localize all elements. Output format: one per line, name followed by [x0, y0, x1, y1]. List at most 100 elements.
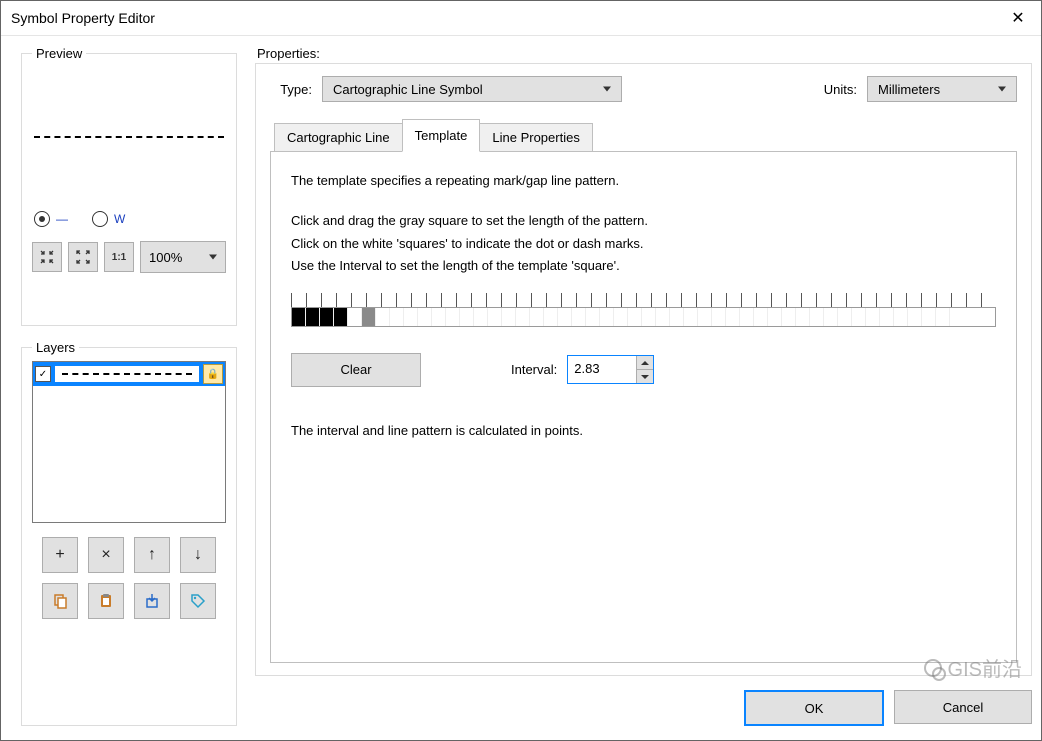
pattern-cell[interactable] — [852, 308, 866, 326]
remove-layer-button[interactable]: × — [88, 537, 124, 573]
import-layer-button[interactable] — [134, 583, 170, 619]
body: Preview — W — [1, 36, 1041, 740]
close-icon[interactable]: ✕ — [995, 1, 1041, 35]
pattern-cell[interactable] — [502, 308, 516, 326]
tab-template[interactable]: Template — [402, 119, 481, 152]
interval-spinner[interactable] — [567, 355, 654, 384]
pattern-cell[interactable] — [796, 308, 810, 326]
pattern-ruler: /*ticks generated below*/ — [291, 289, 996, 307]
clear-button[interactable]: Clear — [291, 353, 421, 387]
zoom-actual-button[interactable]: 1:1 — [104, 242, 134, 272]
pattern-cell[interactable] — [460, 308, 474, 326]
pattern-cell[interactable] — [768, 308, 782, 326]
pattern-cell[interactable] — [698, 308, 712, 326]
pattern-cell[interactable] — [390, 308, 404, 326]
pattern-cell[interactable] — [376, 308, 390, 326]
pattern-cell[interactable] — [936, 308, 950, 326]
cancel-button[interactable]: Cancel — [894, 690, 1032, 724]
properties-box: Type: Cartographic Line Symbol Units: Mi… — [255, 63, 1032, 676]
type-label: Type: — [270, 82, 312, 97]
plus-icon: + — [55, 546, 64, 564]
pattern-editor[interactable]: /*ticks generated below*/ — [291, 289, 996, 327]
tag-icon — [190, 593, 206, 609]
pattern-cell[interactable] — [530, 308, 544, 326]
pattern-row[interactable] — [291, 307, 996, 327]
arrow-up-icon: ↑ — [148, 546, 156, 564]
pattern-cell[interactable] — [334, 308, 348, 326]
pattern-cell[interactable] — [586, 308, 600, 326]
layer-buttons: + × ↑ ↓ — [32, 537, 226, 619]
pattern-cell[interactable] — [712, 308, 726, 326]
layer-row[interactable]: ✓ 🔒 — [33, 362, 225, 387]
pattern-cell[interactable] — [656, 308, 670, 326]
pattern-cell[interactable] — [726, 308, 740, 326]
zoom-full-button[interactable] — [68, 242, 98, 272]
pattern-cell[interactable] — [754, 308, 768, 326]
pattern-cell[interactable] — [628, 308, 642, 326]
import-icon — [144, 593, 160, 609]
add-layer-button[interactable]: + — [42, 537, 78, 573]
pattern-cell[interactable] — [320, 308, 334, 326]
pattern-cell[interactable] — [306, 308, 320, 326]
radio-zigzag-mode[interactable]: W — [92, 211, 123, 227]
pattern-cell[interactable] — [362, 308, 376, 326]
pattern-cell[interactable] — [670, 308, 684, 326]
pattern-cell[interactable] — [572, 308, 586, 326]
radio-line-mode[interactable]: — — [34, 211, 68, 227]
spinner-down-button[interactable] — [637, 370, 653, 383]
radio-dot-icon — [92, 211, 108, 227]
pattern-cell[interactable] — [824, 308, 838, 326]
type-select[interactable]: Cartographic Line Symbol — [322, 76, 622, 102]
pattern-cell[interactable] — [614, 308, 628, 326]
pattern-cell[interactable] — [418, 308, 432, 326]
move-down-button[interactable]: ↓ — [180, 537, 216, 573]
pattern-cell[interactable] — [432, 308, 446, 326]
pattern-cell[interactable] — [894, 308, 908, 326]
pattern-cell[interactable] — [474, 308, 488, 326]
pattern-cell[interactable] — [922, 308, 936, 326]
pattern-cell[interactable] — [544, 308, 558, 326]
pattern-cell[interactable] — [880, 308, 894, 326]
pattern-cell[interactable] — [488, 308, 502, 326]
tabs: Cartographic Line Template Line Properti… — [270, 118, 1017, 663]
dialog-footer: OK Cancel GIS前沿 — [255, 676, 1032, 726]
paste-layer-button[interactable] — [88, 583, 124, 619]
pattern-cell[interactable] — [446, 308, 460, 326]
pattern-cell[interactable] — [642, 308, 656, 326]
layer-list[interactable]: ✓ 🔒 — [32, 361, 226, 523]
pattern-cell[interactable] — [838, 308, 852, 326]
pattern-cell[interactable] — [600, 308, 614, 326]
tab-line-properties[interactable]: Line Properties — [479, 123, 592, 152]
line-glyph-icon: — — [56, 212, 68, 226]
ok-button[interactable]: OK — [744, 690, 884, 726]
pattern-cell[interactable] — [866, 308, 880, 326]
interval-input[interactable] — [568, 356, 636, 380]
preview-group: Preview — W — [21, 46, 237, 326]
tabpanel-template: The template specifies a repeating mark/… — [270, 151, 1017, 663]
layer-lock-icon[interactable]: 🔒 — [203, 364, 223, 384]
pattern-cell[interactable] — [292, 308, 306, 326]
layer-visibility-checkbox[interactable]: ✓ — [35, 366, 51, 382]
pattern-cell[interactable] — [684, 308, 698, 326]
pattern-cell[interactable] — [404, 308, 418, 326]
pattern-cell[interactable] — [782, 308, 796, 326]
zoom-fit-button[interactable] — [32, 242, 62, 272]
tag-layer-button[interactable] — [180, 583, 216, 619]
interval-label: Interval: — [511, 362, 557, 377]
pattern-cell[interactable] — [348, 308, 362, 326]
move-up-button[interactable]: ↑ — [134, 537, 170, 573]
pattern-cell[interactable] — [516, 308, 530, 326]
pattern-cell[interactable] — [810, 308, 824, 326]
pattern-cell[interactable] — [908, 308, 922, 326]
spinner-up-button[interactable] — [637, 356, 653, 370]
tab-cartographic-line[interactable]: Cartographic Line — [274, 123, 403, 152]
zoom-select[interactable]: 100% — [140, 241, 226, 273]
preview-canvas — [32, 67, 226, 207]
pattern-cell[interactable] — [558, 308, 572, 326]
pattern-cell[interactable] — [740, 308, 754, 326]
type-row: Type: Cartographic Line Symbol Units: Mi… — [270, 76, 1017, 102]
arrows-in-icon — [40, 250, 54, 264]
units-select[interactable]: Millimeters — [867, 76, 1017, 102]
arrow-down-icon: ↓ — [194, 546, 202, 564]
copy-layer-button[interactable] — [42, 583, 78, 619]
